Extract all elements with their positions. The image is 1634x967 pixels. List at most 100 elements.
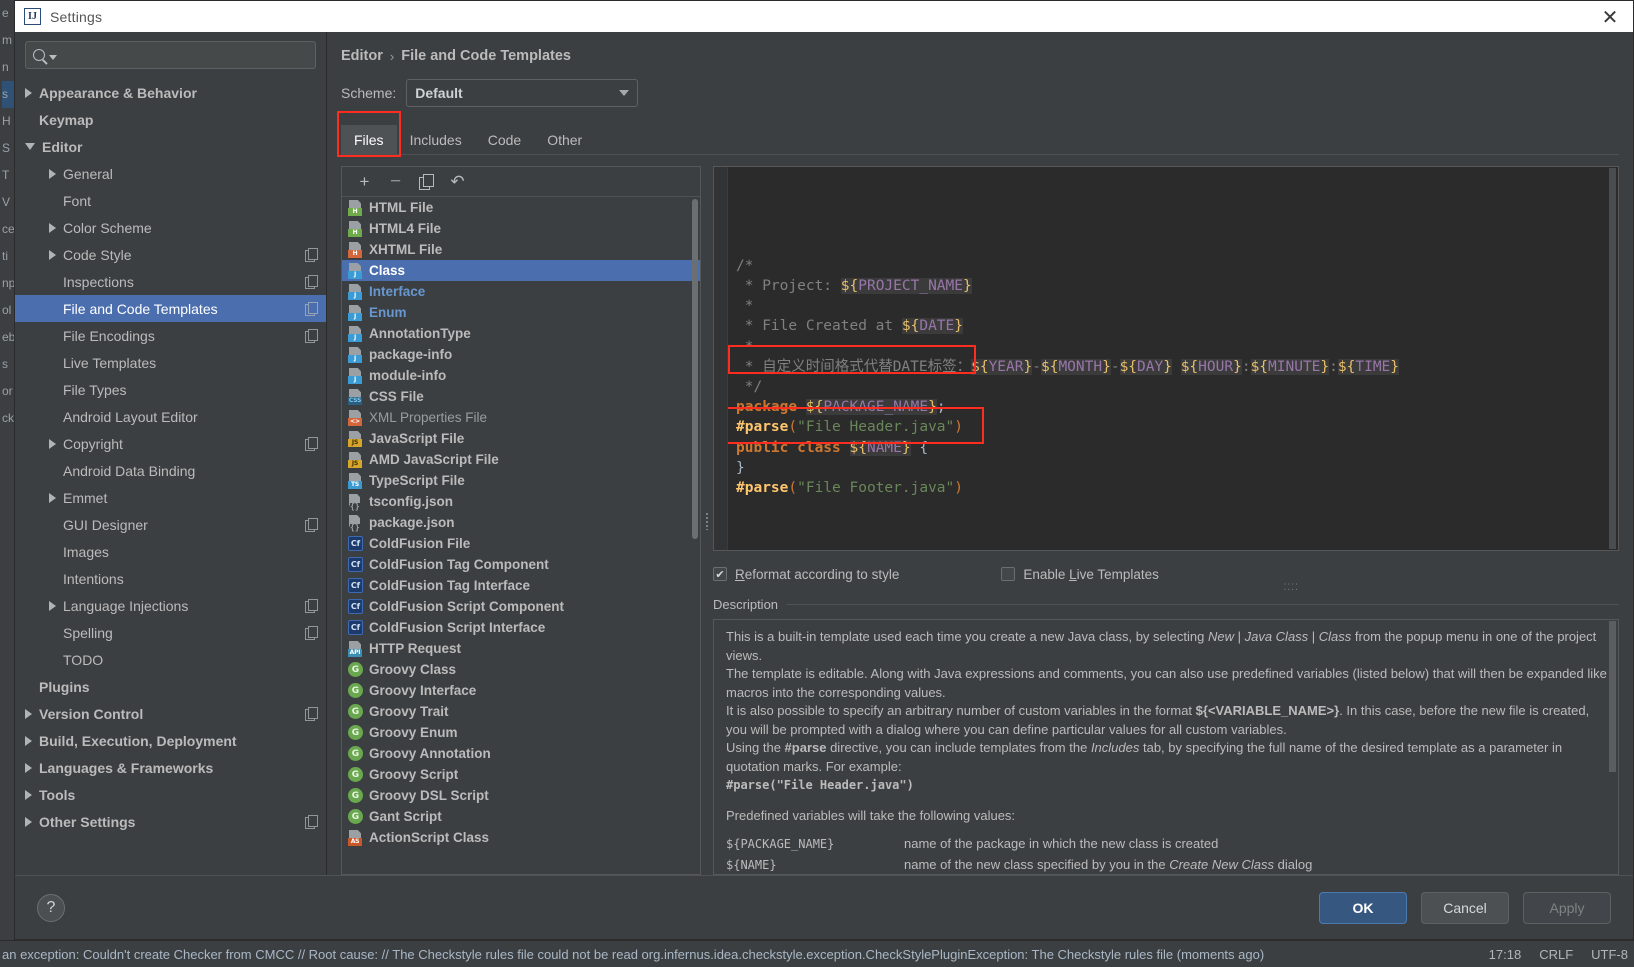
sidebar-item-keymap[interactable]: Keymap <box>15 106 326 133</box>
scrollbar-thumb[interactable] <box>692 199 698 539</box>
copy-settings-icon[interactable] <box>305 437 318 451</box>
sidebar-item-appearance-behavior[interactable]: Appearance & Behavior <box>15 79 326 106</box>
template-list-scrollbar[interactable] <box>691 197 699 874</box>
chevron-right-icon[interactable] <box>25 708 32 719</box>
template-list-item[interactable]: Jmodule-info <box>342 365 700 386</box>
copy-settings-icon[interactable] <box>305 329 318 343</box>
template-rows[interactable]: H HTML File H HTML4 File H XHTML File J Class J I… <box>342 197 700 874</box>
template-list-item[interactable]: G Groovy Enum <box>342 722 700 743</box>
tab-code[interactable]: Code <box>475 125 534 154</box>
chevron-right-icon[interactable] <box>49 168 56 179</box>
sidebar-item-languages-frameworks[interactable]: Languages & Frameworks <box>15 754 326 781</box>
search-input[interactable] <box>57 47 308 63</box>
status-encoding[interactable]: UTF-8 <box>1591 947 1628 962</box>
sidebar-item-spelling[interactable]: Spelling <box>15 619 326 646</box>
reformat-checkbox[interactable]: ✔ <box>713 567 727 581</box>
template-code-editor[interactable]: /* * Project: ${PROJECT_NAME} * * File C… <box>713 166 1619 551</box>
template-list-item[interactable]: J Enum <box>342 302 700 323</box>
search-box[interactable] <box>25 41 316 69</box>
sidebar-item-file-encodings[interactable]: File Encodings <box>15 322 326 349</box>
help-button[interactable]: ? <box>37 893 65 922</box>
template-list-item[interactable]: G Groovy DSL Script <box>342 785 700 806</box>
chevron-down-icon[interactable] <box>25 143 35 150</box>
editor-scrollbar[interactable] <box>1608 168 1617 549</box>
template-list-item[interactable]: AS ActionScript Class <box>342 827 700 848</box>
sidebar-item-android-layout-editor[interactable]: Android Layout Editor <box>15 403 326 430</box>
template-list-item[interactable]: G Gant Script <box>342 806 700 827</box>
template-list-item[interactable]: G Groovy Class <box>342 659 700 680</box>
copy-settings-icon[interactable] <box>305 815 318 829</box>
reset-template-button[interactable]: ↶ <box>442 169 473 195</box>
apply-button[interactable]: Apply <box>1523 891 1611 924</box>
template-list-item[interactable]: G Groovy Script <box>342 764 700 785</box>
sidebar-item-live-templates[interactable]: Live Templates <box>15 349 326 376</box>
scrollbar-thumb[interactable] <box>1609 621 1616 773</box>
sidebar-item-editor[interactable]: Editor <box>15 133 326 160</box>
template-list-item[interactable]: Cf ColdFusion File <box>342 533 700 554</box>
template-list-item[interactable]: CSS CSS File <box>342 386 700 407</box>
search-dropdown-icon[interactable] <box>49 54 57 60</box>
settings-tree[interactable]: Appearance & Behavior Keymap Editor General… <box>15 77 326 875</box>
sidebar-item-font[interactable]: Font <box>15 187 326 214</box>
pane-splitter[interactable] <box>701 166 713 875</box>
breadcrumb-parent[interactable]: Editor <box>341 48 383 64</box>
template-list-item[interactable]: G Groovy Annotation <box>342 743 700 764</box>
tab-includes[interactable]: Includes <box>397 125 475 154</box>
copy-template-button[interactable] <box>411 169 442 195</box>
chevron-right-icon[interactable] <box>25 762 32 773</box>
chevron-right-icon[interactable] <box>25 789 32 800</box>
chevron-right-icon[interactable] <box>25 816 32 827</box>
editor-code-text[interactable]: /* * Project: ${PROJECT_NAME} * * File C… <box>728 167 1618 550</box>
tab-other[interactable]: Other <box>534 125 595 154</box>
live-templates-checkbox[interactable] <box>1001 567 1016 581</box>
copy-settings-icon[interactable] <box>305 302 318 316</box>
chevron-right-icon[interactable] <box>49 438 56 449</box>
cancel-button[interactable]: Cancel <box>1421 891 1509 924</box>
template-list-item[interactable]: J Interface <box>342 281 700 302</box>
sidebar-item-color-scheme[interactable]: Color Scheme <box>15 214 326 241</box>
description-scrollbar[interactable] <box>1608 621 1617 873</box>
template-list-item[interactable]: TS TypeScript File <box>342 470 700 491</box>
sidebar-item-file-and-code-templates[interactable]: File and Code Templates <box>15 295 326 322</box>
sidebar-item-language-injections[interactable]: Language Injections <box>15 592 326 619</box>
chevron-right-icon[interactable] <box>49 222 56 233</box>
sidebar-item-file-types[interactable]: File Types <box>15 376 326 403</box>
sidebar-item-build-execution-deployment[interactable]: Build, Execution, Deployment <box>15 727 326 754</box>
chevron-right-icon[interactable] <box>25 87 32 98</box>
status-line-separator[interactable]: CRLF <box>1539 947 1573 962</box>
sidebar-item-tools[interactable]: Tools <box>15 781 326 808</box>
template-list-item[interactable]: Cf ColdFusion Tag Interface <box>342 575 700 596</box>
template-list-item[interactable]: J Class <box>342 260 700 281</box>
sidebar-item-gui-designer[interactable]: GUI Designer <box>15 511 326 538</box>
scrollbar-thumb[interactable] <box>1609 168 1616 549</box>
sidebar-item-other-settings[interactable]: Other Settings <box>15 808 326 835</box>
sidebar-item-images[interactable]: Images <box>15 538 326 565</box>
template-list-item[interactable]: G Groovy Interface <box>342 680 700 701</box>
template-list-item[interactable]: H HTML4 File <box>342 218 700 239</box>
template-list-item[interactable]: H XHTML File <box>342 239 700 260</box>
template-list-item[interactable]: tsconfig.json <box>342 491 700 512</box>
template-list-item[interactable]: API HTTP Request <box>342 638 700 659</box>
copy-settings-icon[interactable] <box>305 707 318 721</box>
live-templates-label[interactable]: Enable Live Templates <box>1023 567 1159 582</box>
template-list-item[interactable]: Jpackage-info <box>342 344 700 365</box>
copy-settings-icon[interactable] <box>305 275 318 289</box>
template-list-item[interactable]: JS JavaScript File <box>342 428 700 449</box>
chevron-right-icon[interactable] <box>49 492 56 503</box>
template-list-item[interactable]: J AnnotationType <box>342 323 700 344</box>
copy-settings-icon[interactable] <box>305 626 318 640</box>
chevron-down-icon[interactable] <box>619 90 630 96</box>
template-list-item[interactable]: JS AMD JavaScript File <box>342 449 700 470</box>
tab-files[interactable]: Files <box>341 125 397 154</box>
chevron-right-icon[interactable] <box>25 735 32 746</box>
template-list-item[interactable]: Cf ColdFusion Script Component <box>342 596 700 617</box>
sidebar-item-copyright[interactable]: Copyright <box>15 430 326 457</box>
close-icon[interactable]: ✕ <box>1587 1 1633 32</box>
template-list-item[interactable]: Cf ColdFusion Script Interface <box>342 617 700 638</box>
sidebar-item-intentions[interactable]: Intentions <box>15 565 326 592</box>
template-tabs[interactable]: Files Includes Code Other <box>337 111 1619 157</box>
sidebar-item-emmet[interactable]: Emmet <box>15 484 326 511</box>
template-list-item[interactable]: G Groovy Trait <box>342 701 700 722</box>
template-list-item[interactable]: <> XML Properties File <box>342 407 700 428</box>
chevron-right-icon[interactable] <box>49 600 56 611</box>
